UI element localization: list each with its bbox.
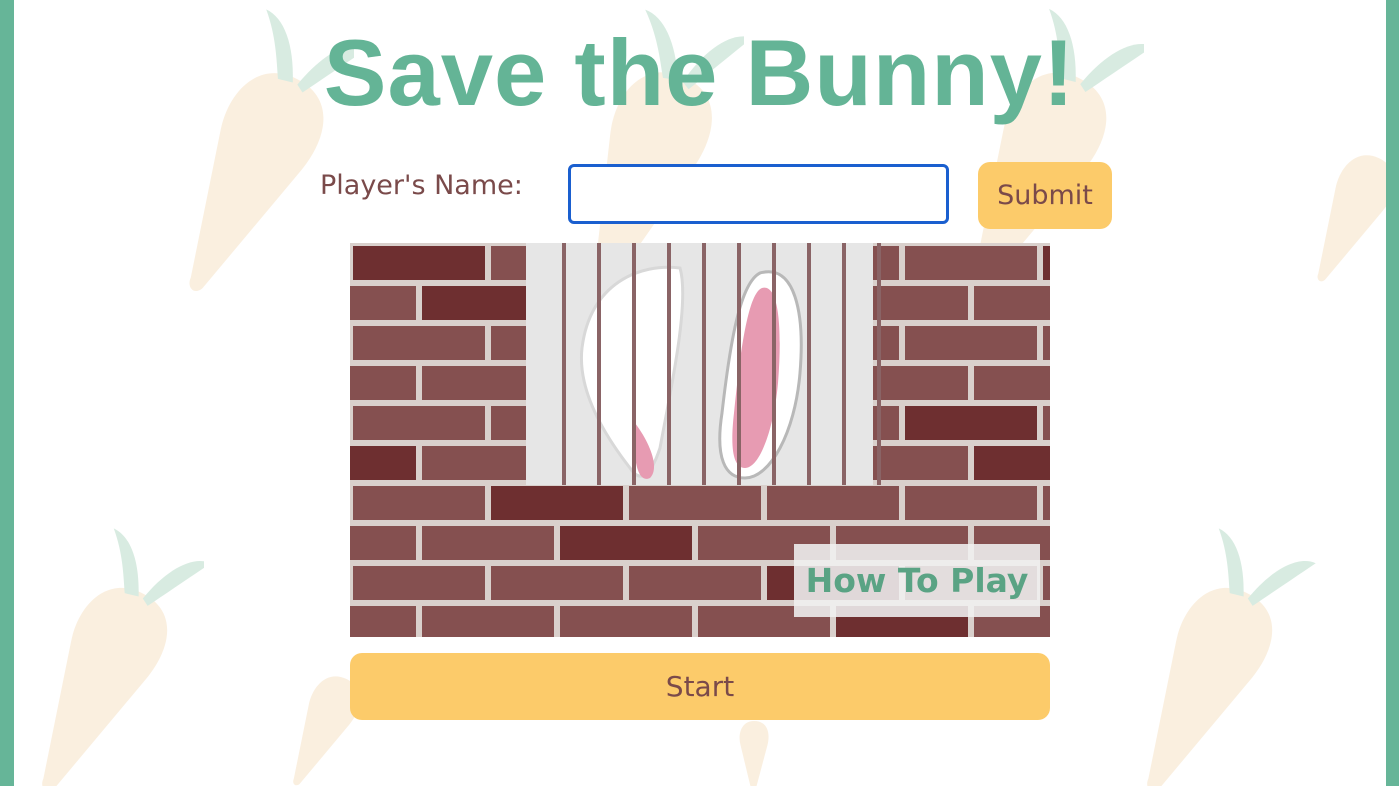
brick bbox=[629, 486, 761, 520]
submit-button[interactable]: Submit bbox=[978, 162, 1112, 229]
brick bbox=[353, 406, 485, 440]
brick bbox=[974, 446, 1050, 480]
page-title: Save the Bunny! bbox=[323, 20, 1076, 125]
carrot-icon bbox=[42, 528, 204, 786]
brick bbox=[350, 446, 416, 480]
brick bbox=[1043, 406, 1050, 440]
brick bbox=[491, 566, 623, 600]
cage-window bbox=[526, 243, 881, 485]
brick bbox=[353, 486, 485, 520]
cage-bar bbox=[667, 243, 671, 485]
brick bbox=[905, 486, 1037, 520]
brick bbox=[353, 246, 485, 280]
brick bbox=[1043, 486, 1050, 520]
brick bbox=[350, 366, 416, 400]
cage-bar bbox=[597, 243, 601, 485]
cage-bar bbox=[632, 243, 636, 485]
brick bbox=[350, 606, 416, 637]
cage-bar bbox=[702, 243, 706, 485]
cage-bar bbox=[772, 243, 776, 485]
carrot-icon bbox=[1147, 528, 1316, 786]
cage-bar bbox=[807, 243, 811, 485]
player-name-label: Player's Name: bbox=[320, 170, 523, 201]
brick bbox=[629, 566, 761, 600]
brick bbox=[905, 246, 1037, 280]
how-to-play-button[interactable]: How To Play bbox=[794, 544, 1040, 617]
brick bbox=[353, 566, 485, 600]
brick bbox=[422, 606, 554, 637]
brick bbox=[1043, 326, 1050, 360]
brick bbox=[1043, 566, 1050, 600]
brick bbox=[767, 486, 899, 520]
brick bbox=[350, 286, 416, 320]
cage-bar bbox=[737, 243, 741, 485]
brick bbox=[560, 526, 692, 560]
brick bbox=[491, 486, 623, 520]
brick bbox=[905, 406, 1037, 440]
player-name-input[interactable] bbox=[568, 164, 949, 224]
brick bbox=[350, 526, 416, 560]
brick bbox=[353, 326, 485, 360]
cage-bar bbox=[562, 243, 566, 485]
brick bbox=[422, 526, 554, 560]
brick bbox=[1043, 246, 1050, 280]
brick bbox=[974, 366, 1050, 400]
brick bbox=[974, 286, 1050, 320]
brick bbox=[905, 326, 1037, 360]
brick bbox=[560, 606, 692, 637]
cage-bar bbox=[877, 243, 881, 485]
cage-bar bbox=[842, 243, 846, 485]
start-button[interactable]: Start bbox=[350, 653, 1050, 720]
